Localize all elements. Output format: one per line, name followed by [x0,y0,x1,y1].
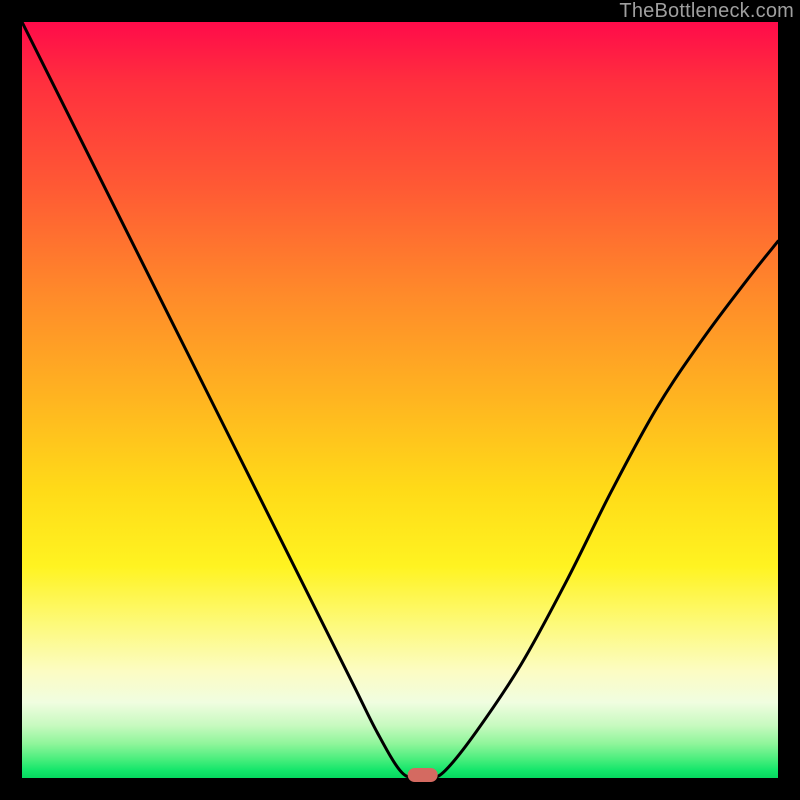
chart-stage: TheBottleneck.com [0,0,800,800]
bottleneck-curve [22,22,778,779]
optimum-marker [408,768,438,782]
chart-overlay [22,22,778,778]
watermark-text: TheBottleneck.com [619,0,794,23]
